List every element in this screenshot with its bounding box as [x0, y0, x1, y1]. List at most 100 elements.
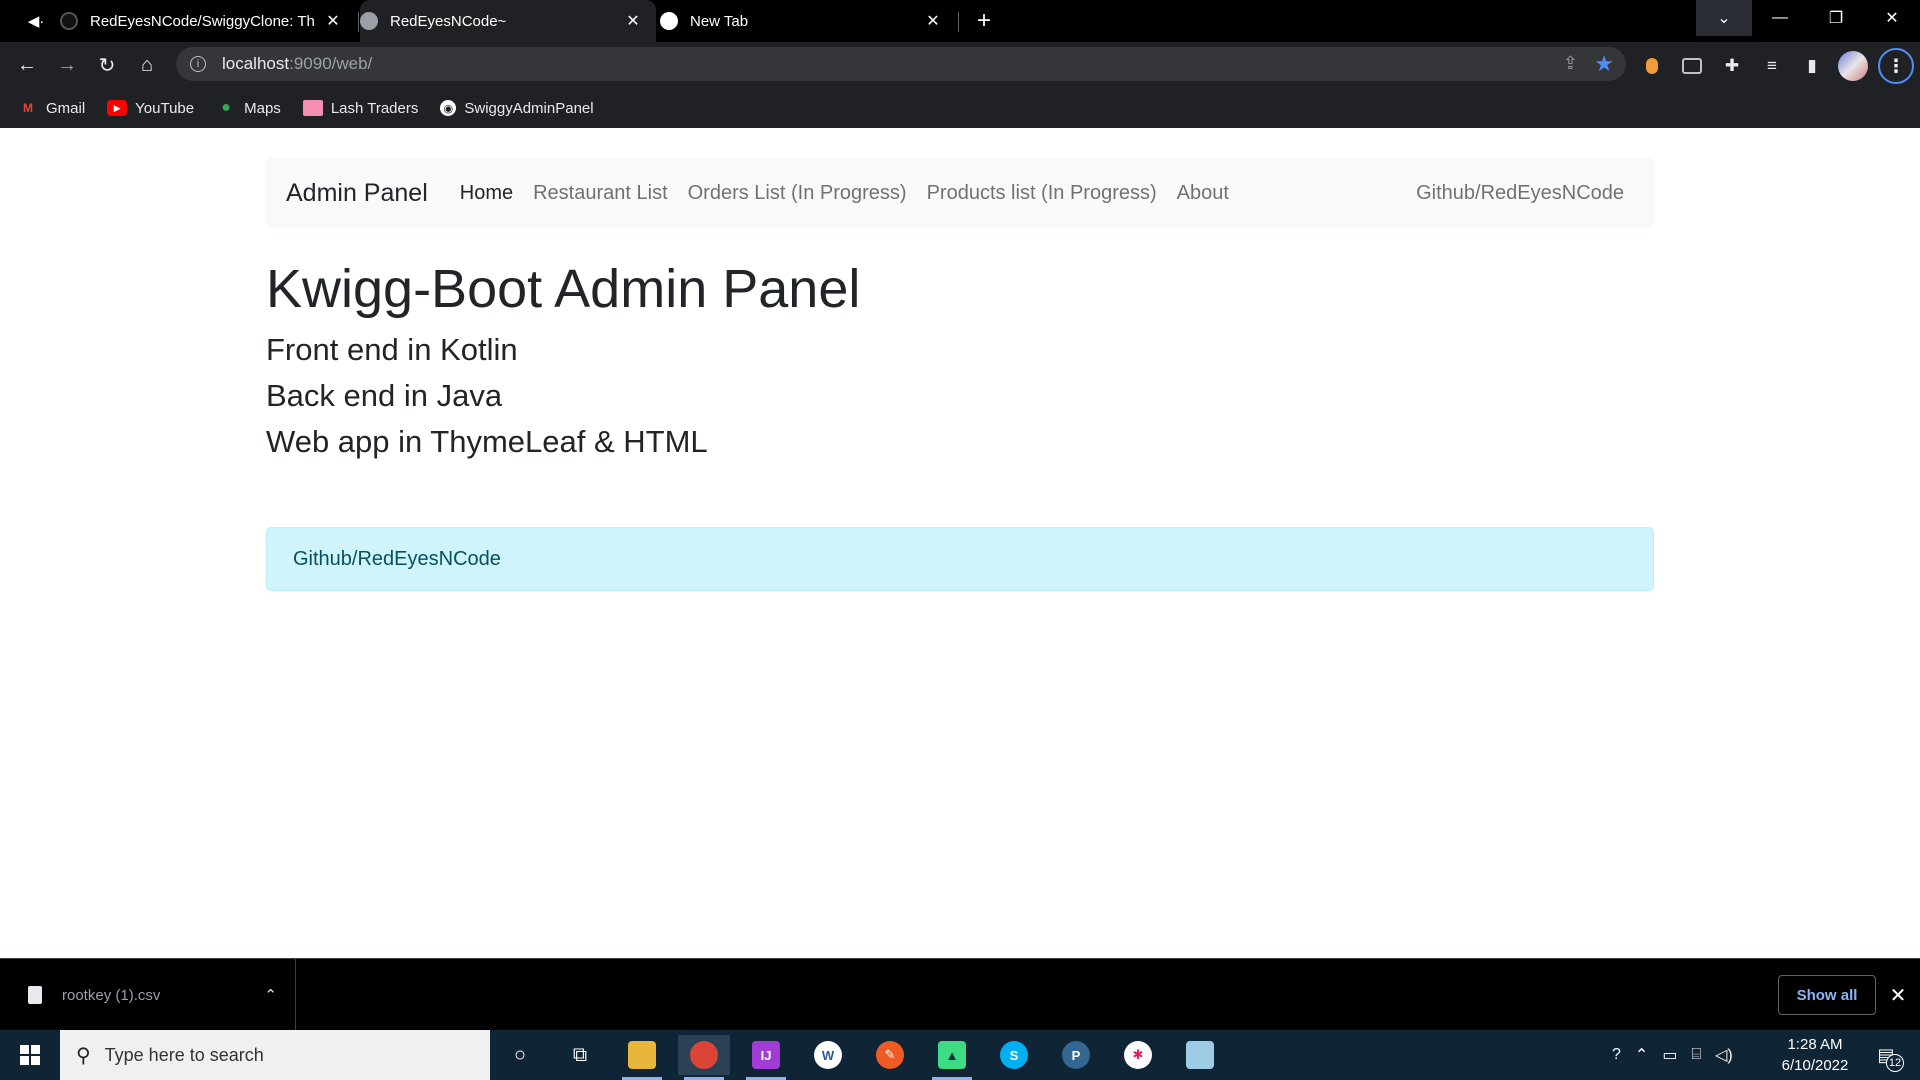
bookmark-lash-traders[interactable]: Lash Traders	[302, 99, 419, 117]
task-view-icon[interactable]: ⧉	[554, 1035, 606, 1075]
postman-icon[interactable]: ✎	[864, 1035, 916, 1075]
skype-icon[interactable]: S	[988, 1035, 1040, 1075]
nav-link-orders-list[interactable]: Orders List (In Progress)	[678, 182, 917, 205]
url-path: :9090/web/	[289, 54, 373, 73]
notification-center-icon[interactable]: ▤ 12	[1866, 1038, 1906, 1072]
show-all-button[interactable]: Show all	[1778, 975, 1876, 1015]
taskbar-clock[interactable]: 1:28 AM 6/10/2022	[1770, 1034, 1860, 1076]
tab-title: RedEyesNCode~	[390, 12, 507, 30]
site-info-icon[interactable]: i	[190, 56, 206, 72]
minimize-button[interactable]: —	[1752, 0, 1808, 36]
bookmark-label: SwiggyAdminPanel	[464, 99, 594, 117]
close-window-button[interactable]: ✕	[1864, 0, 1920, 36]
taskbar-search[interactable]: ⚲ Type here to search	[60, 1030, 490, 1080]
media-control-icon[interactable]: ≡	[1758, 52, 1786, 80]
bookmarks-bar: M Gmail ▶ YouTube ● Maps Lash Traders ◉ …	[0, 88, 1920, 128]
nav-link-products-list[interactable]: Products list (In Progress)	[917, 182, 1167, 205]
postgresql-icon[interactable]: P	[1050, 1035, 1102, 1075]
file-explorer-icon[interactable]	[616, 1035, 668, 1080]
close-downloads-icon[interactable]: ✕	[1884, 981, 1912, 1009]
slack-icon[interactable]: ✱	[1112, 1035, 1164, 1075]
url-host: localhost	[222, 54, 290, 73]
help-icon[interactable]: ?	[1612, 1046, 1621, 1064]
tab-new-tab[interactable]: New Tab ✕	[660, 0, 956, 42]
profile-avatar[interactable]	[1838, 51, 1868, 81]
reader-extension-icon[interactable]	[1678, 52, 1706, 80]
bookmark-swiggy-admin[interactable]: ◉ SwiggyAdminPanel	[440, 99, 594, 117]
page-title: Kwigg-Boot Admin Panel	[266, 259, 861, 319]
subheading-backend: Back end in Java	[266, 378, 503, 413]
start-button[interactable]	[0, 1030, 60, 1080]
intellij-icon[interactable]: IJ	[740, 1035, 792, 1080]
site-navbar: Admin Panel Home Restaurant List Orders …	[266, 158, 1654, 228]
bookmark-label: Lash Traders	[330, 99, 419, 117]
new-tab-button[interactable]: +	[970, 7, 998, 34]
bookmark-gmail[interactable]: M Gmail	[18, 100, 85, 117]
battery-icon[interactable]: ▭	[1662, 1045, 1677, 1065]
tab-swiggyclone[interactable]: RedEyesNCode/SwiggyClone: Th ✕	[60, 0, 356, 42]
download-item[interactable]: rootkey (1).csv ⌃	[0, 959, 296, 1031]
alert-text: Github/RedEyesNCode	[293, 547, 501, 570]
notes-app-icon[interactable]	[1174, 1035, 1226, 1075]
lash-traders-icon	[302, 100, 323, 116]
chrome-taskbar-icon[interactable]	[678, 1035, 730, 1080]
windows-logo-icon	[20, 1045, 40, 1065]
close-tab-icon[interactable]: ✕	[622, 10, 644, 32]
tab-redeyesncode[interactable]: RedEyesNCode~ ✕	[360, 0, 656, 42]
chrome-icon	[660, 12, 678, 30]
tab-separator	[358, 12, 359, 32]
windows-taskbar: ⚲ Type here to search ○ ⧉ IJ W ✎ ▲ S P ✱…	[0, 1030, 1920, 1080]
notification-count-badge: 12	[1886, 1054, 1904, 1072]
tab-title: New Tab	[690, 12, 749, 30]
maps-icon: ●	[221, 99, 231, 116]
restore-button[interactable]: ❐	[1808, 0, 1864, 36]
chevron-up-icon[interactable]: ⌃	[264, 986, 277, 1004]
bookmark-label: Maps	[244, 99, 281, 117]
side-panel-icon[interactable]: ▮	[1798, 52, 1826, 80]
mute-audio-icon[interactable]: ◀·	[22, 8, 50, 34]
clock-time: 1:28 AM	[1787, 1036, 1843, 1053]
close-tab-icon[interactable]: ✕	[922, 10, 944, 32]
home-button[interactable]: ⌂	[132, 50, 162, 80]
android-studio-icon[interactable]: ▲	[926, 1035, 978, 1080]
address-bar[interactable]: i localhost:9090/web/ ⇪ ★	[176, 47, 1626, 81]
bookmark-star-icon[interactable]: ★	[1594, 51, 1614, 77]
nav-link-restaurant-list[interactable]: Restaurant List	[523, 182, 678, 205]
reload-button[interactable]: ↻	[92, 50, 122, 80]
gmail-icon: M	[23, 101, 33, 115]
navbar-brand[interactable]: Admin Panel	[286, 179, 428, 208]
extension-icon[interactable]	[1638, 52, 1666, 80]
network-icon[interactable]: ⌸	[1691, 1046, 1701, 1064]
download-filename: rootkey (1).csv	[62, 986, 161, 1004]
nav-link-github[interactable]: Github/RedEyesNCode	[1416, 182, 1634, 205]
youtube-icon: ▶	[107, 100, 128, 116]
github-icon	[60, 12, 78, 30]
swiggy-admin-icon: ◉	[440, 100, 457, 116]
back-button[interactable]: ←	[12, 50, 42, 80]
chevron-up-icon[interactable]: ⌃	[1635, 1045, 1648, 1065]
chrome-menu-icon[interactable]: ⋮	[1878, 48, 1914, 84]
forward-button[interactable]: →	[52, 50, 82, 80]
tab-separator	[958, 12, 959, 32]
globe-icon	[360, 12, 378, 30]
bookmark-youtube[interactable]: ▶ YouTube	[107, 100, 194, 117]
bookmark-label: YouTube	[135, 99, 195, 117]
clock-date: 6/10/2022	[1781, 1057, 1849, 1074]
tab-title: RedEyesNCode/SwiggyClone: Th	[90, 12, 314, 30]
tab-search-icon[interactable]: ⌄	[1696, 0, 1752, 36]
close-tab-icon[interactable]: ✕	[322, 10, 344, 32]
bookmark-maps[interactable]: ● Maps	[216, 99, 281, 117]
volume-icon[interactable]: ◁)	[1715, 1045, 1733, 1065]
subheading-webapp: Web app in ThymeLeaf & HTML	[266, 424, 708, 459]
word-icon[interactable]: W	[802, 1035, 854, 1075]
share-icon[interactable]: ⇪	[1563, 53, 1578, 74]
search-icon: ⚲	[76, 1044, 91, 1067]
extensions-puzzle-icon[interactable]: ✚	[1718, 52, 1746, 80]
nav-link-home[interactable]: Home	[450, 182, 523, 205]
file-icon	[28, 986, 42, 1004]
search-placeholder: Type here to search	[104, 1044, 264, 1065]
nav-link-about[interactable]: About	[1167, 182, 1239, 205]
subheading-frontend: Front end in Kotlin	[266, 332, 518, 367]
system-tray: ? ⌃ ▭ ⌸ ◁)	[1612, 1030, 1747, 1080]
cortana-icon[interactable]: ○	[494, 1035, 546, 1075]
